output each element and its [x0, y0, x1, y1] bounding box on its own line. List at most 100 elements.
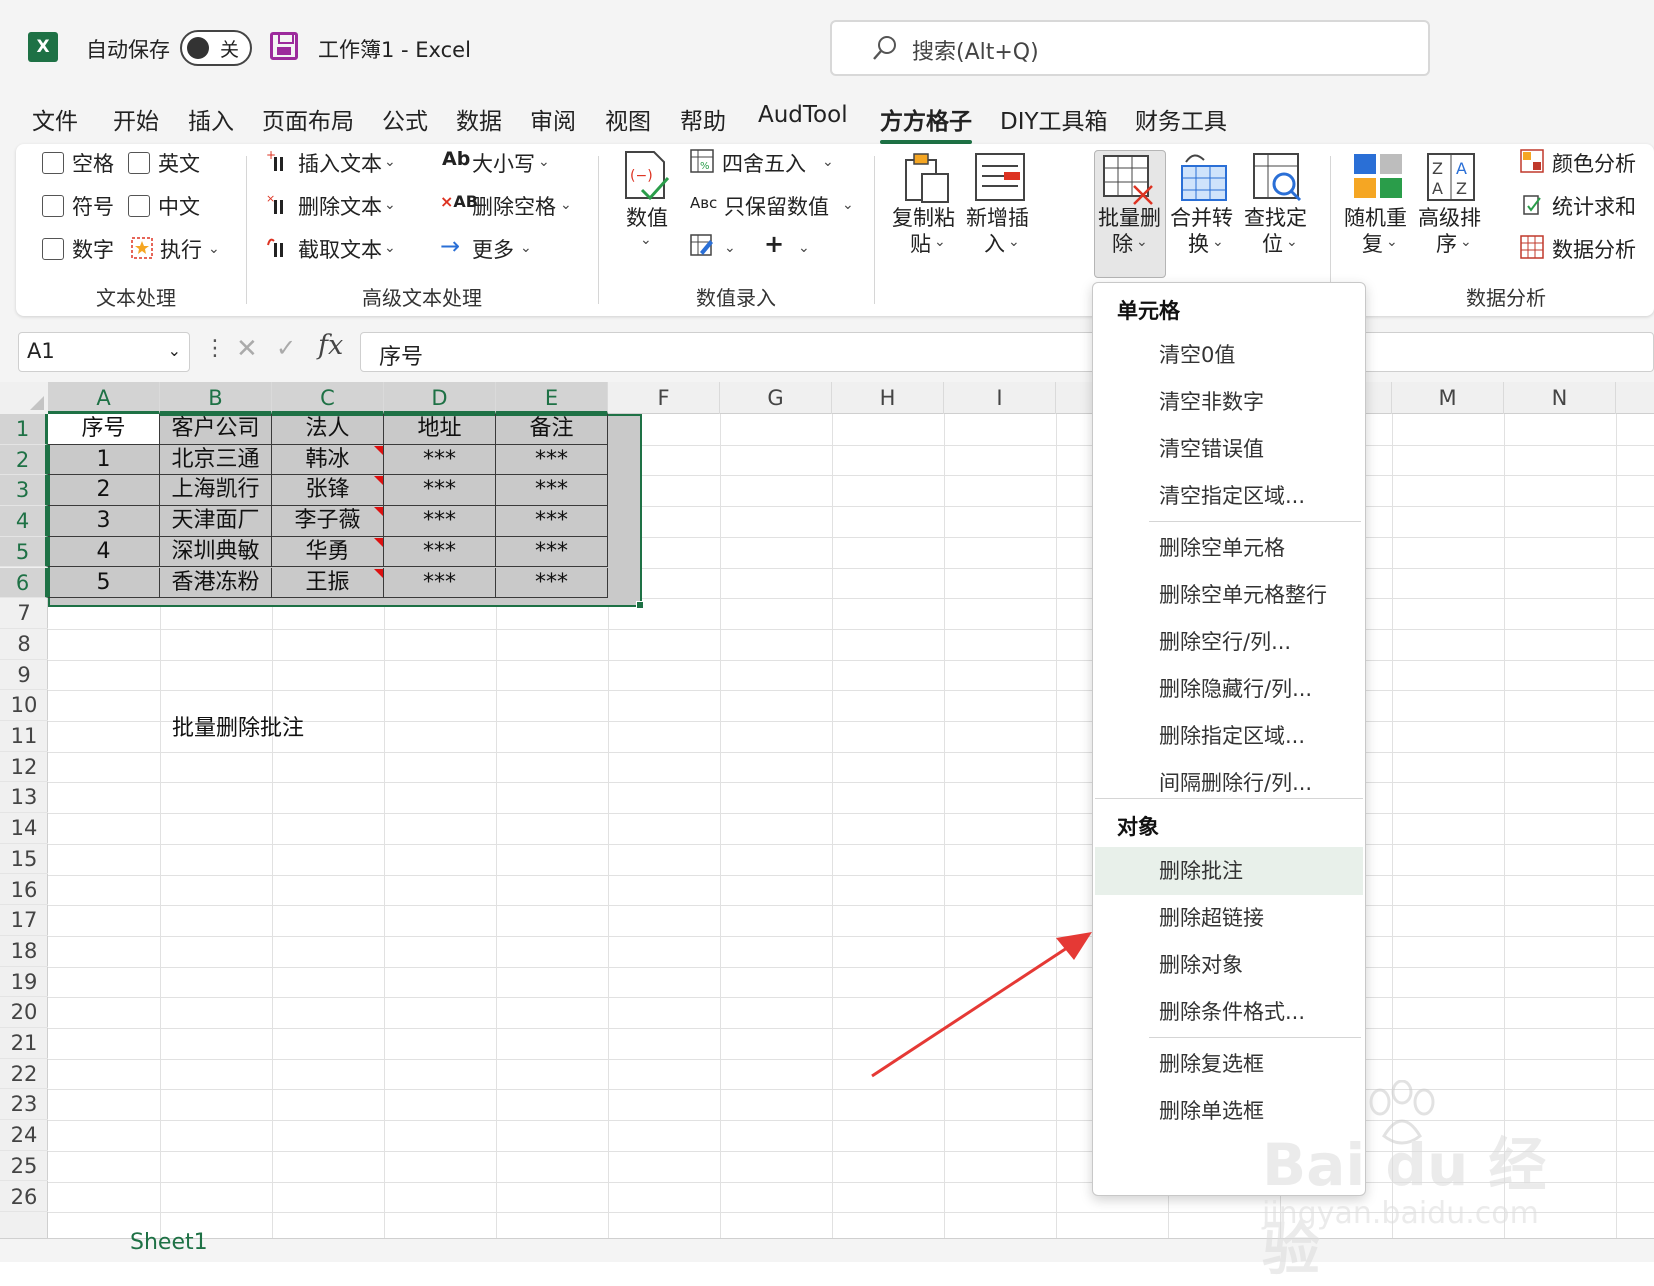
row-header[interactable]: 25: [0, 1151, 48, 1182]
column-header[interactable]: G: [720, 382, 832, 414]
menu-item-clear-zero[interactable]: 清空0值: [1095, 331, 1363, 379]
column-header[interactable]: M: [1392, 382, 1504, 414]
checkbox-chinese[interactable]: [128, 195, 150, 217]
column-header[interactable]: D: [384, 382, 496, 414]
column-header[interactable]: B: [160, 382, 272, 414]
row-header[interactable]: 2: [0, 444, 48, 476]
menu-item-delete-hidden-rows-cols[interactable]: 删除隐藏行/列...: [1095, 665, 1363, 713]
table-cell[interactable]: ***: [496, 444, 608, 476]
row-header[interactable]: 8: [0, 629, 48, 660]
row-header[interactable]: 26: [0, 1182, 48, 1213]
comment-indicator[interactable]: [374, 568, 383, 578]
insert-text-button[interactable]: 插入文本: [298, 148, 382, 178]
row-header[interactable]: 5: [0, 536, 48, 568]
tab-formulas[interactable]: 公式: [382, 102, 428, 136]
delete-text-button[interactable]: 删除文本: [298, 191, 382, 221]
row-header[interactable]: 3: [0, 475, 48, 507]
execute-button[interactable]: 执行: [160, 234, 202, 264]
menu-item-clear-non-numeric[interactable]: 清空非数字: [1095, 378, 1363, 426]
table-cell[interactable]: 李子薇: [272, 506, 384, 537]
menu-item-delete-conditional-formats[interactable]: 删除条件格式...: [1095, 988, 1363, 1036]
sheet-tab[interactable]: Sheet1: [130, 1230, 208, 1255]
select-all-button[interactable]: [0, 382, 48, 414]
menu-item-delete-range[interactable]: 删除指定区域...: [1095, 712, 1363, 760]
table-header-cell[interactable]: 序号: [48, 414, 160, 445]
tab-fangfang[interactable]: 方方格子: [880, 102, 972, 144]
row-header[interactable]: 16: [0, 875, 48, 906]
table-cell[interactable]: 王振: [272, 567, 384, 599]
table-cell[interactable]: ***: [496, 567, 608, 599]
column-header[interactable]: N: [1504, 382, 1616, 414]
table-cell[interactable]: ***: [384, 506, 496, 537]
search-box[interactable]: 搜索(Alt+Q): [830, 20, 1430, 76]
table-header-cell[interactable]: 备注: [496, 414, 608, 445]
table-header-cell[interactable]: 地址: [384, 414, 496, 445]
table-cell[interactable]: 4: [48, 536, 160, 568]
table-cell[interactable]: ***: [384, 536, 496, 568]
row-header[interactable]: 1: [0, 414, 48, 445]
menu-item-interval-delete[interactable]: 间隔删除行/列...: [1095, 759, 1363, 807]
table-cell[interactable]: ***: [496, 475, 608, 507]
table-cell[interactable]: 张锋: [272, 475, 384, 507]
row-header[interactable]: 10: [0, 690, 48, 721]
comment-indicator[interactable]: [374, 445, 383, 455]
column-header[interactable]: H: [832, 382, 944, 414]
tab-finance-tools[interactable]: 财务工具: [1135, 102, 1227, 136]
save-icon[interactable]: [270, 32, 298, 60]
tab-home[interactable]: 开始: [113, 102, 159, 136]
menu-item-delete-objects[interactable]: 删除对象: [1095, 941, 1363, 989]
table-cell[interactable]: 韩冰: [272, 444, 384, 476]
sum-stats-button[interactable]: 统计求和: [1552, 191, 1636, 221]
keep-values-button[interactable]: 只保留数值: [724, 191, 829, 221]
column-header[interactable]: I: [944, 382, 1056, 414]
autosave-toggle[interactable]: 关: [180, 30, 252, 66]
row-header[interactable]: 19: [0, 967, 48, 998]
table-cell[interactable]: 2: [48, 475, 160, 507]
checkbox-symbol[interactable]: [42, 195, 64, 217]
table-cell[interactable]: 深圳典敏: [160, 536, 272, 568]
menu-item-delete-empty-cells[interactable]: 删除空单元格: [1095, 524, 1363, 572]
table-cell[interactable]: ***: [384, 475, 496, 507]
cell-b10[interactable]: 批量删除批注: [172, 710, 304, 742]
value-button[interactable]: 数值: [626, 202, 668, 232]
table-header-cell[interactable]: 法人: [272, 414, 384, 445]
insert-function-button[interactable]: fx: [318, 330, 343, 361]
column-header[interactable]: A: [48, 382, 160, 414]
table-cell[interactable]: ***: [384, 444, 496, 476]
column-header[interactable]: F: [608, 382, 720, 414]
table-cell[interactable]: ***: [496, 506, 608, 537]
cancel-icon[interactable]: ✕: [236, 334, 258, 364]
row-header[interactable]: 24: [0, 1120, 48, 1151]
row-header[interactable]: 4: [0, 506, 48, 537]
enter-check-icon[interactable]: ✓: [276, 334, 296, 362]
tab-help[interactable]: 帮助: [680, 102, 726, 136]
comment-indicator[interactable]: [374, 507, 383, 517]
menu-item-clear-range[interactable]: 清空指定区域...: [1095, 472, 1363, 520]
row-header[interactable]: 14: [0, 813, 48, 844]
menu-item-delete-empty-rows-cols[interactable]: 删除空行/列...: [1095, 618, 1363, 666]
comment-indicator[interactable]: [374, 537, 383, 547]
row-header[interactable]: 6: [0, 567, 48, 599]
row-header[interactable]: 23: [0, 1089, 48, 1121]
extract-text-button[interactable]: 截取文本: [298, 234, 382, 264]
table-cell[interactable]: 3: [48, 506, 160, 537]
table-cell[interactable]: 香港冻粉: [160, 567, 272, 599]
round-button[interactable]: 四舍五入: [722, 148, 806, 178]
table-cell[interactable]: 上海凯行: [160, 475, 272, 507]
row-header[interactable]: 15: [0, 844, 48, 875]
column-header[interactable]: C: [272, 382, 384, 414]
tab-diy-toolbox[interactable]: DIY工具箱: [1000, 102, 1108, 136]
tab-page-layout[interactable]: 页面布局: [262, 102, 354, 136]
row-header[interactable]: 22: [0, 1059, 48, 1090]
menu-item-delete-hyperlinks[interactable]: 删除超链接: [1095, 894, 1363, 942]
row-header[interactable]: 13: [0, 782, 48, 814]
data-analysis-button[interactable]: 数据分析: [1552, 234, 1636, 264]
tab-data[interactable]: 数据: [456, 102, 502, 136]
checkbox-english[interactable]: [128, 152, 150, 174]
table-cell[interactable]: 北京三通: [160, 444, 272, 476]
table-header-cell[interactable]: 客户公司: [160, 414, 272, 445]
row-header[interactable]: 21: [0, 1028, 48, 1059]
row-header[interactable]: 12: [0, 752, 48, 783]
row-header[interactable]: 7: [0, 598, 48, 629]
tab-insert[interactable]: 插入: [188, 102, 234, 136]
